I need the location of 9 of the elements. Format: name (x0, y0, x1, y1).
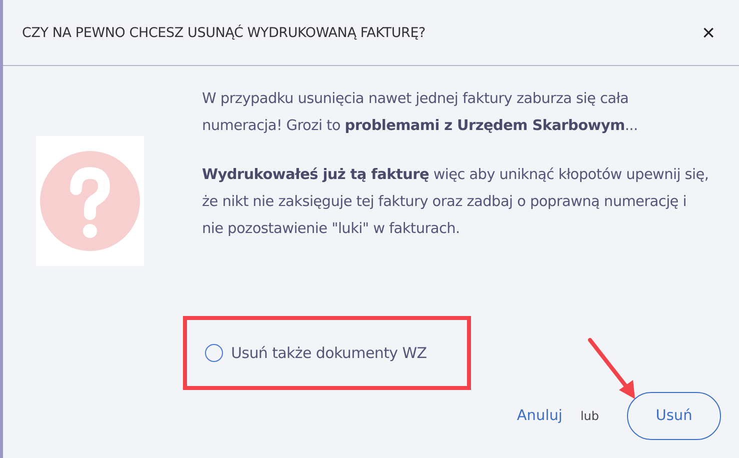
radio-button[interactable] (205, 344, 223, 362)
cancel-link[interactable]: Anuluj (516, 408, 562, 424)
separator-text: lub (580, 409, 599, 423)
dialog-title: CZY NA PEWNO CHCESZ USUNĄĆ WYDRUKOWANĄ FAKTURĘ? (22, 24, 426, 40)
close-button[interactable]: × (698, 22, 719, 44)
warning-text: Wydrukowałeś już tą fakturę więc aby uniknąć kłopotów upewnij się, że nikt nie zaksięguje tej faktury oraz zadbaj o poprawną numerację i nie pozostawienie "luki" w fakturach. (202, 166, 709, 239)
question-icon (36, 136, 144, 266)
warning-text: W przypadku usunięcia nawet jednej faktury zaburza się cała numeracja! Grozi to problemami z Urzędem Skarbowym... (202, 90, 639, 136)
option-label: Usuń także dokumenty WZ (231, 344, 427, 362)
